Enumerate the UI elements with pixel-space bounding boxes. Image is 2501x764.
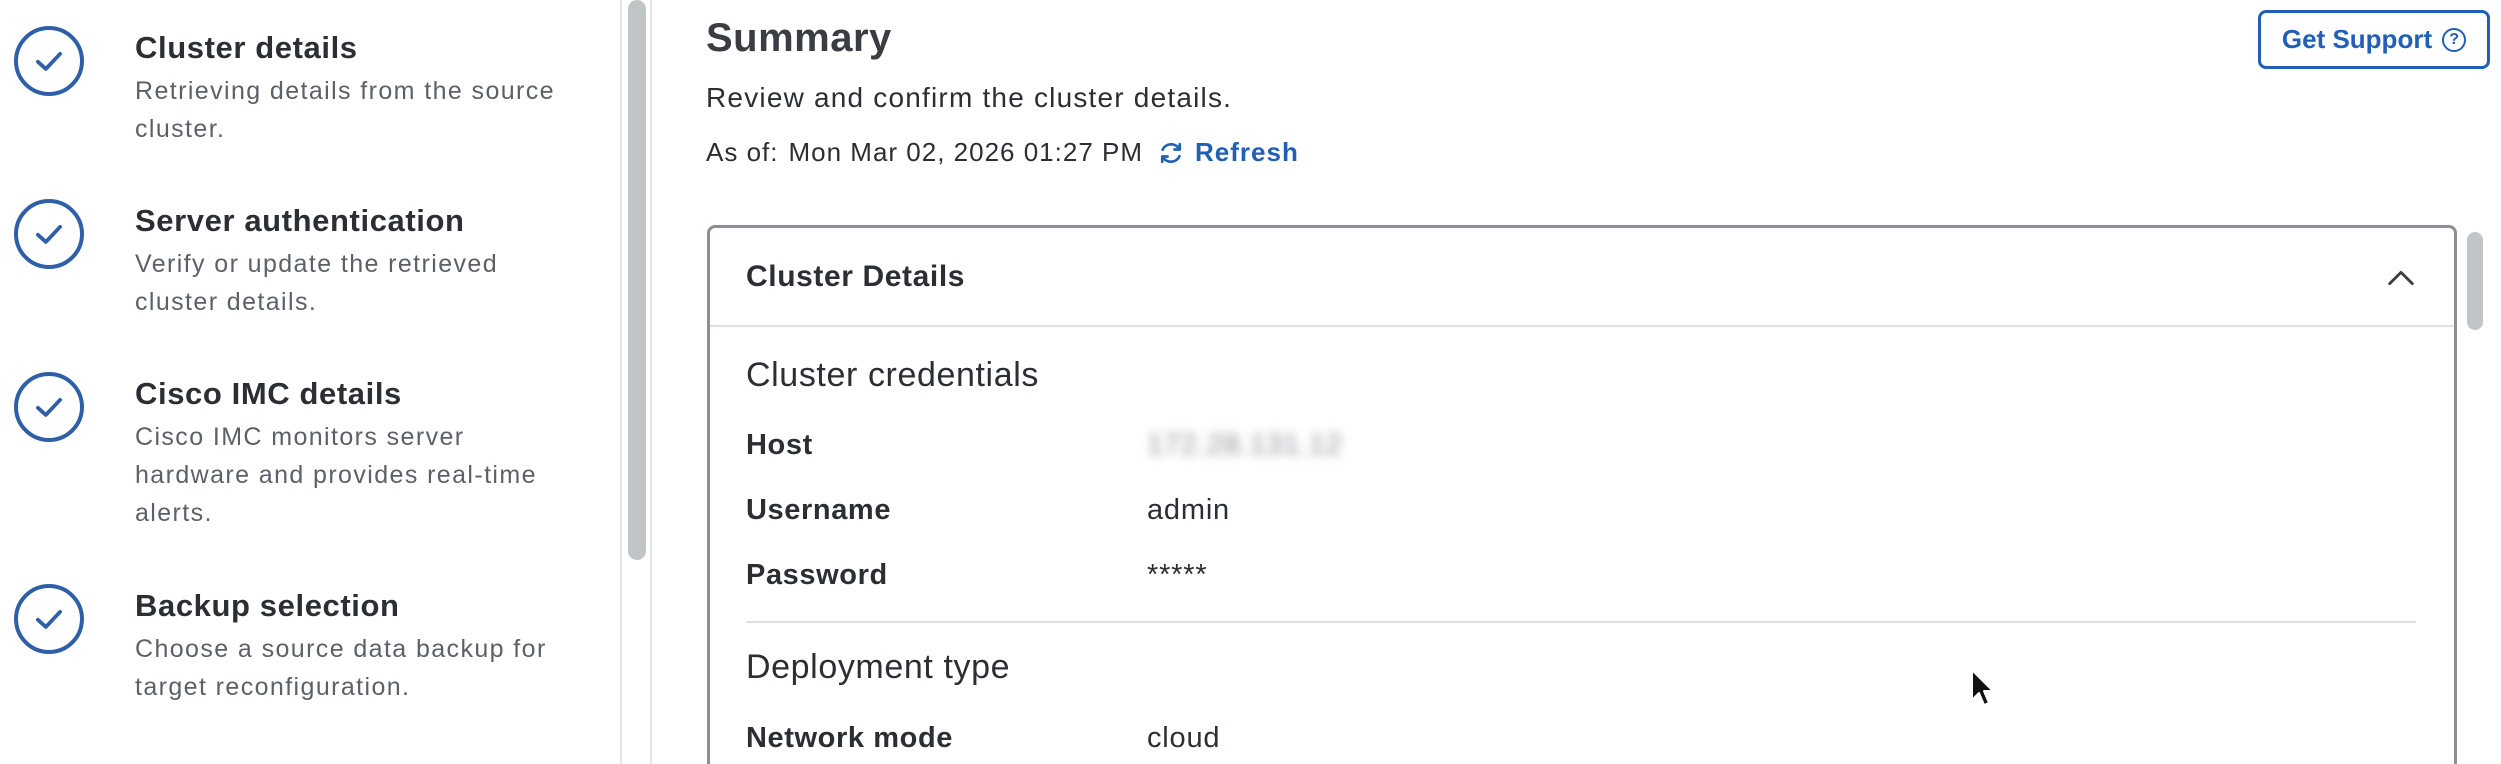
step-description: Cisco IMC monitors server hardware and p…	[135, 423, 537, 527]
as-of-label: As of:	[706, 137, 779, 167]
refresh-icon	[1160, 142, 1182, 163]
page-title: Summary	[706, 16, 892, 60]
refresh-button[interactable]: Refresh	[1157, 137, 1299, 168]
step-description: Retrieving details from the source clust…	[135, 77, 555, 143]
host-value: 172.28.131.12	[1147, 429, 1343, 461]
step-title: Cisco IMC details	[135, 376, 402, 411]
mouse-cursor-icon	[1971, 669, 1994, 706]
chevron-up-icon[interactable]	[2384, 261, 2418, 295]
password-value: *****	[1147, 559, 1208, 591]
check-circle-icon	[14, 372, 84, 442]
as-of-timestamp: As of: Mon Mar 02, 2026 01:27 PM Refresh	[706, 137, 1299, 168]
steps-panel: Cluster details Retrieving details from …	[0, 0, 620, 764]
steps-scrollbar[interactable]	[628, 0, 646, 560]
get-support-button[interactable]: Get Support ?	[2258, 10, 2490, 69]
username-value: admin	[1147, 494, 1230, 526]
network-mode-value: cloud	[1147, 722, 1221, 754]
content-scrollbar[interactable]	[2467, 232, 2483, 330]
section-divider	[746, 621, 2416, 623]
check-circle-icon	[14, 584, 84, 654]
as-of-value: Mon Mar 02, 2026 01:27 PM	[788, 137, 1144, 167]
step-description: Choose a source data backup for target r…	[135, 635, 547, 701]
refresh-label: Refresh	[1195, 137, 1299, 167]
check-circle-icon	[14, 199, 84, 269]
step-title: Backup selection	[135, 588, 400, 623]
step-description: Verify or update the retrieved cluster d…	[135, 250, 499, 316]
page-subtitle: Review and confirm the cluster details.	[706, 82, 1233, 113]
username-label: Username	[746, 494, 892, 526]
help-icon: ?	[2442, 27, 2467, 52]
section-title-credentials: Cluster credentials	[746, 356, 1039, 394]
check-circle-icon	[14, 26, 84, 96]
panel-divider	[620, 0, 622, 764]
network-mode-label: Network mode	[746, 722, 954, 754]
step-title: Cluster details	[135, 30, 358, 65]
card-header[interactable]: Cluster Details	[710, 228, 2454, 327]
password-label: Password	[746, 559, 888, 591]
get-support-label: Get Support	[2281, 24, 2433, 54]
cluster-details-card: Cluster Details Cluster credentials Host…	[707, 225, 2457, 764]
host-label: Host	[746, 429, 813, 461]
card-title: Cluster Details	[746, 260, 966, 293]
main-content: Summary Review and confirm the cluster d…	[652, 0, 2501, 764]
step-title: Server authentication	[135, 203, 465, 238]
section-title-deployment: Deployment type	[746, 648, 1011, 686]
page: Cluster details Retrieving details from …	[0, 0, 2501, 764]
